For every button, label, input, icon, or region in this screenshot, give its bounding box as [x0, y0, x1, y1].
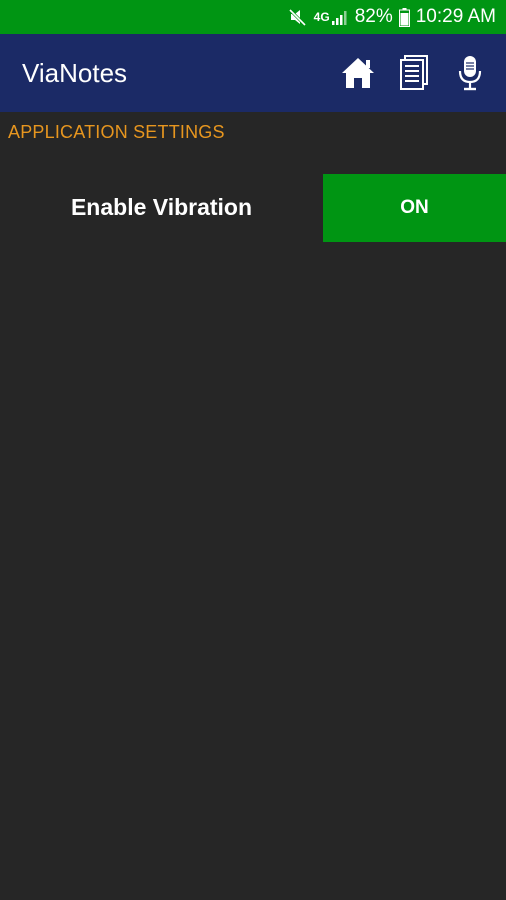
signal-icon — [331, 8, 349, 26]
clock: 10:29 AM — [415, 6, 496, 27]
setting-label: Enable Vibration — [70, 194, 253, 220]
setting-row-vibration: Enable Vibration ON — [0, 174, 506, 242]
battery-percent: 82% — [354, 6, 393, 27]
app-title: ViaNotes — [22, 58, 128, 88]
home-button[interactable] — [336, 49, 380, 97]
battery-icon — [398, 7, 410, 27]
app-bar: ViaNotes — [0, 34, 506, 112]
notes-icon — [400, 55, 428, 90]
section-title: APPLICATION SETTINGS — [8, 122, 225, 142]
app-actions — [324, 34, 492, 112]
home-icon — [342, 58, 374, 88]
vibration-toggle-button[interactable]: ON — [323, 174, 506, 242]
microphone-button[interactable] — [448, 49, 492, 97]
network-indicator: 4G — [314, 8, 349, 26]
network-type: 4G — [313, 10, 330, 24]
notes-button[interactable] — [392, 49, 436, 97]
mute-icon — [288, 7, 308, 27]
status-bar: 4G 82% 10:29 AM — [0, 0, 506, 34]
microphone-icon — [458, 56, 482, 91]
